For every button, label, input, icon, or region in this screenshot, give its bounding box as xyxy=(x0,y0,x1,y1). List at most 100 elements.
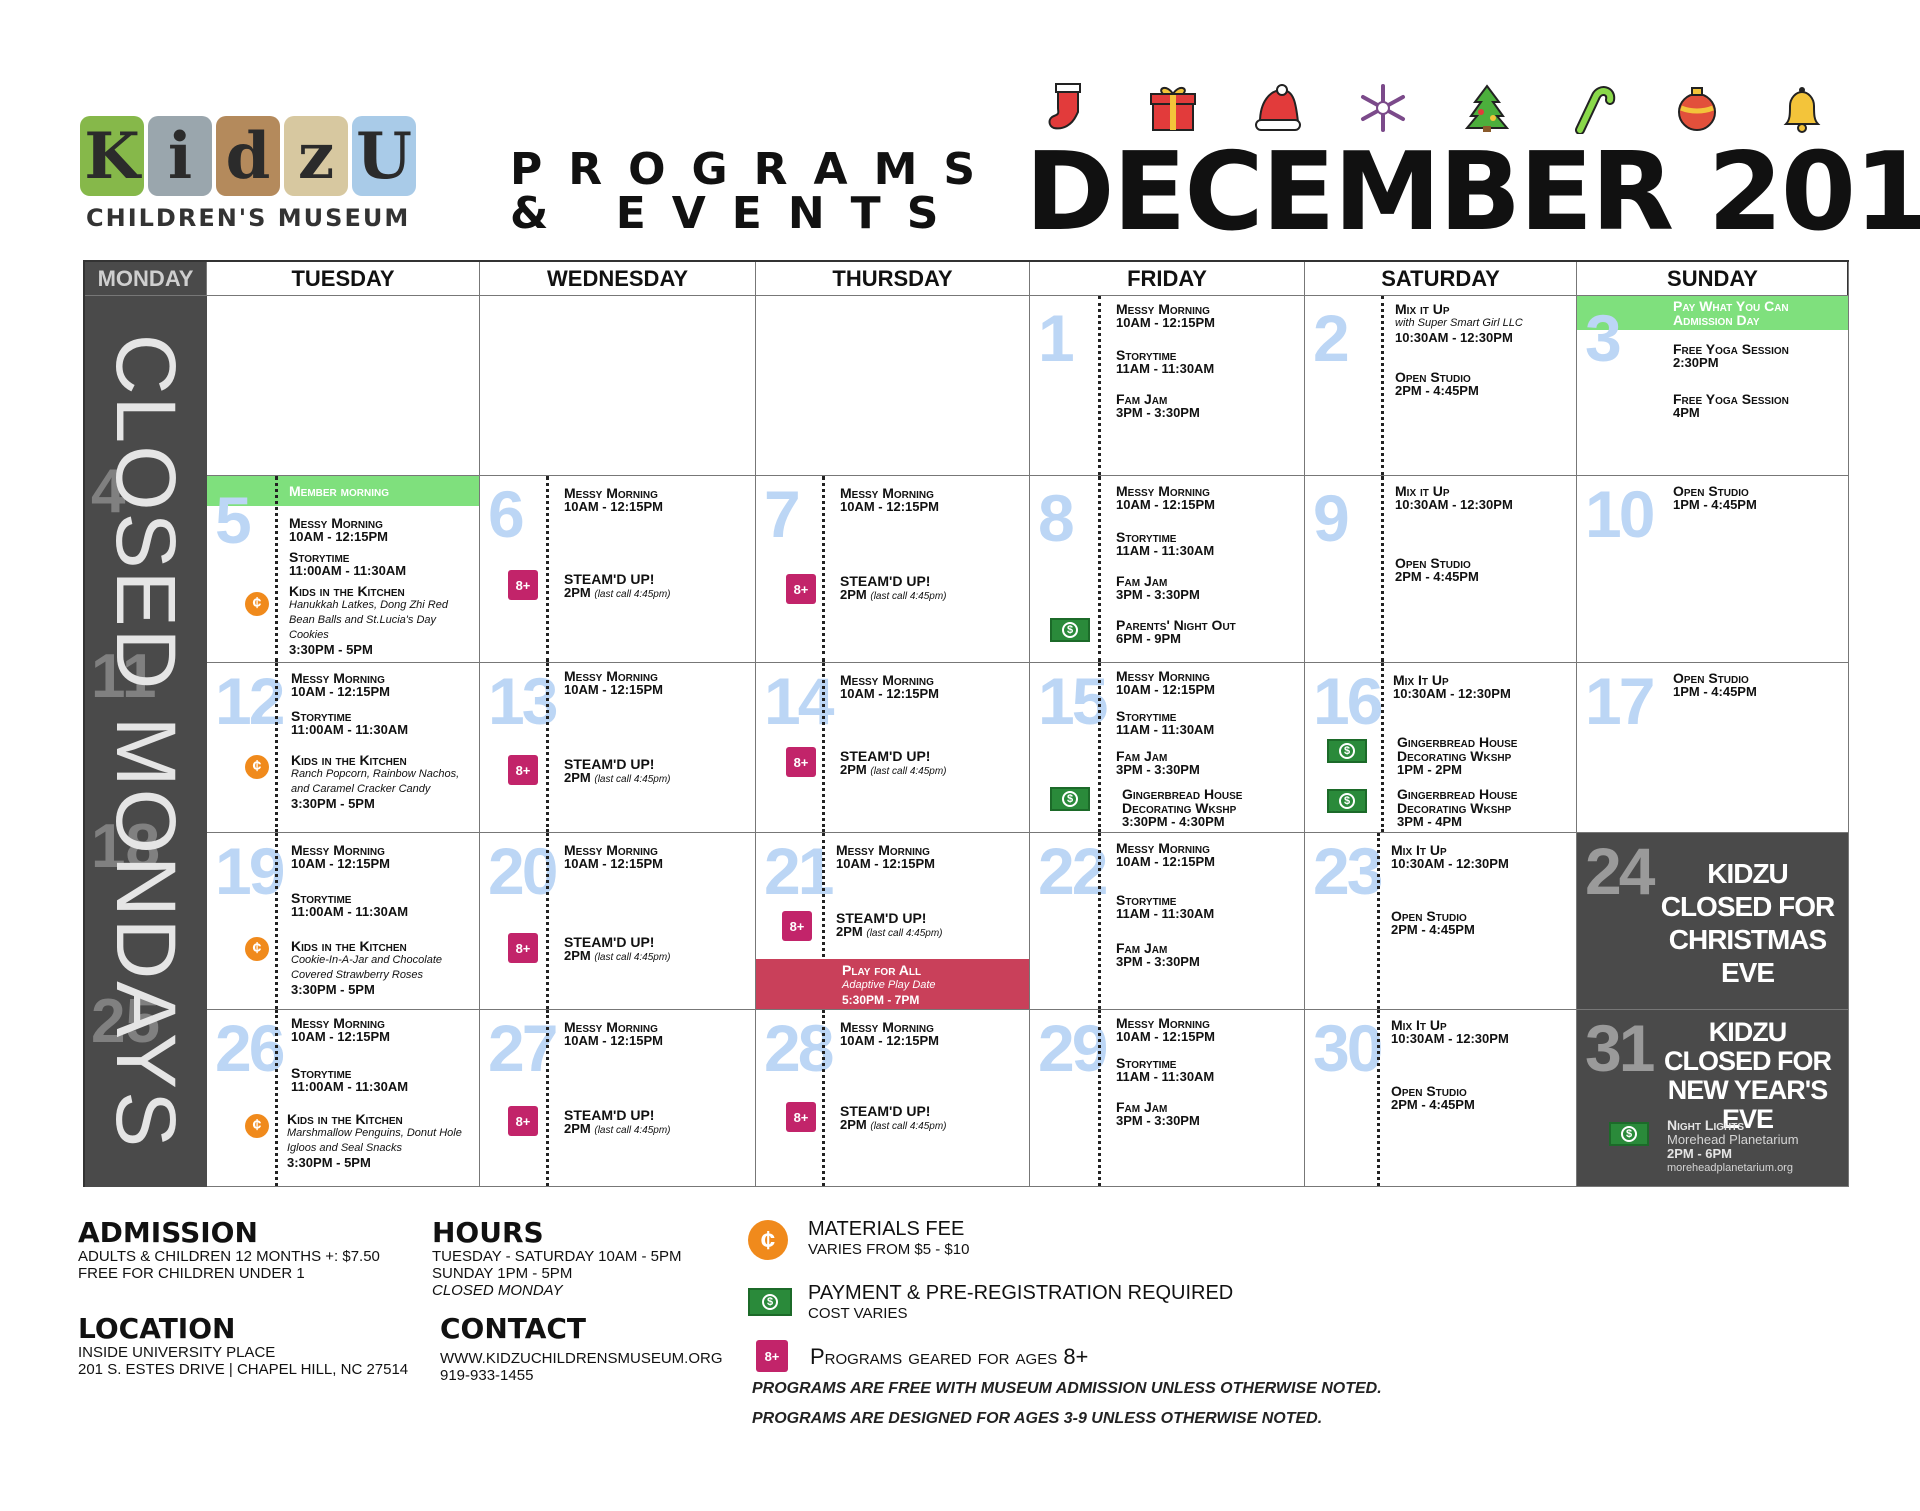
event-note: Marshmallow Penguins, Donut Hole Igloos … xyxy=(287,1127,462,1154)
event-title: Open Studio xyxy=(1673,670,1749,686)
event-time: 3:30PM - 5PM xyxy=(287,1155,371,1170)
ornament-icon xyxy=(1669,80,1725,136)
ages-8-plus-icon: 8+ xyxy=(786,1102,816,1132)
event-messy-morning: Messy Morning 10AM - 12:15PM xyxy=(1116,302,1300,330)
santa-hat-icon xyxy=(1250,80,1306,136)
event-title: Kids in the Kitchen xyxy=(289,583,405,599)
day-number: 3 xyxy=(1585,301,1622,375)
legend-payment: PAYMENT & PRE-REGISTRATION REQUIRED COST… xyxy=(808,1282,1233,1322)
ages-8-plus-icon: 8+ xyxy=(508,755,538,785)
location-section: LOCATION INSIDE UNIVERSITY PLACE 201 S. … xyxy=(78,1312,408,1379)
event-time: 10AM - 12:15PM xyxy=(564,1033,663,1048)
logo-letter: d xyxy=(216,116,280,196)
event-last-call: (last call 4:45pm) xyxy=(870,591,947,602)
event-title: Kids in the Kitchen xyxy=(287,1111,403,1127)
logo-letter: i xyxy=(148,116,212,196)
event-storytime: Storytime 11AM - 11:30AM xyxy=(1116,709,1300,737)
event-website[interactable]: moreheadplanetarium.org xyxy=(1667,1161,1844,1176)
event-fam-jam: Fam Jam 3PM - 3:30PM xyxy=(1116,574,1300,602)
day-cell-14: 14 8+ Messy Morning 10AM - 12:15PM STEAM'… xyxy=(756,663,1030,833)
event-steamd-up: STEAM'D UP! 2PM (last call 4:45pm) xyxy=(840,749,1025,779)
day-cell-21: 21 8+ Messy Morning 10AM - 12:15PM STEAM'… xyxy=(756,833,1030,1010)
payment-required-icon: $ xyxy=(748,1288,792,1316)
event-time: 10AM - 12:15PM xyxy=(1116,682,1215,697)
event-mix-it-up: Mix It Up 10:30AM - 12:30PM xyxy=(1393,673,1572,701)
day-cell-9: 9 Mix it Up 10:30AM - 12:30PM Open Studio… xyxy=(1305,476,1577,663)
legend-title: PAYMENT & PRE-REGISTRATION REQUIRED xyxy=(808,1282,1234,1304)
event-open-studio: Open Studio 2PM - 4:45PM xyxy=(1395,556,1572,584)
payment-required-icon: $ xyxy=(1050,618,1090,642)
event-title: Messy Morning xyxy=(840,672,934,688)
location-heading: LOCATION xyxy=(78,1312,236,1345)
day-cell-3: Pay What You Can Admission Day 3 Free Yo… xyxy=(1577,296,1849,476)
event-messy-morning: Messy Morning 10AM - 12:15PM xyxy=(840,1020,1025,1048)
day-number: 15 xyxy=(1038,664,1108,738)
event-title: Messy Morning xyxy=(564,842,658,858)
event-time: 10AM - 12:15PM xyxy=(840,1033,939,1048)
event-title: Messy Morning xyxy=(564,485,658,501)
event-time: 10AM - 12:15PM xyxy=(1116,1029,1215,1044)
event-mix-it-up: Mix it Up with Super Smart Girl LLC 10:30A… xyxy=(1395,302,1572,345)
day-number: 2 xyxy=(1313,301,1350,375)
event-time: 10AM - 12:15PM xyxy=(291,1029,390,1044)
event-time: 11AM - 11:30AM xyxy=(1116,543,1215,558)
empty-day-cell xyxy=(480,296,756,476)
event-time: 3PM - 3:30PM xyxy=(1116,762,1200,777)
event-mix-it-up: Mix it Up 10:30AM - 12:30PM xyxy=(1395,484,1572,512)
event-messy-morning: Messy Morning 10AM - 12:15PM xyxy=(289,516,475,544)
event-fam-jam: Fam Jam 3PM - 3:30PM xyxy=(1116,941,1300,969)
event-night-lights: Night Lights Morehead Planetarium 2PM - … xyxy=(1667,1118,1844,1176)
day-cell-19: 19 ¢ Messy Morning 10AM - 12:15PM Storyti… xyxy=(207,833,480,1010)
day-number: 6 xyxy=(488,477,525,551)
logo-letter: z xyxy=(284,116,348,196)
weekday-friday: FRIDAY xyxy=(1030,262,1305,296)
dotted-divider xyxy=(1098,1010,1101,1186)
materials-fee-icon: ¢ xyxy=(245,1114,269,1138)
dotted-divider xyxy=(275,663,278,832)
event-title: Gingerbread House Decorating Wkshp xyxy=(1397,734,1518,764)
day-number: 23 xyxy=(1313,834,1383,908)
event-time: 10:30AM - 12:30PM xyxy=(1391,1031,1509,1046)
event-time: 10:30AM - 12:30PM xyxy=(1395,497,1513,512)
gift-icon xyxy=(1145,80,1201,136)
free-programs-note: PROGRAMS ARE FREE WITH MUSEUM ADMISSION … xyxy=(752,1380,1382,1397)
event-time: 11AM - 11:30AM xyxy=(1116,361,1215,376)
ages-8-plus-icon: 8+ xyxy=(508,933,538,963)
event-title: Storytime xyxy=(1116,1055,1177,1071)
event-title: Storytime xyxy=(1116,347,1177,363)
closed-line: KIDZU xyxy=(1708,1017,1788,1047)
event-title: Gingerbread House Decorating Wkshp xyxy=(1122,786,1243,816)
dotted-divider xyxy=(546,476,549,662)
day-cell-12: 12 ¢ Messy Morning 10AM - 12:15PM Storyti… xyxy=(207,663,480,833)
event-storytime: Storytime 11:00AM - 11:30AM xyxy=(291,1066,475,1094)
event-steamd-up: STEAM'D UP! 2PM (last call 4:45pm) xyxy=(840,1104,1025,1134)
event-time: 11AM - 11:30AM xyxy=(1116,906,1215,921)
event-time: 2PM - 4:45PM xyxy=(1395,569,1479,584)
closed-line: KIDZU xyxy=(1707,858,1789,889)
event-mix-it-up: Mix It Up 10:30AM - 12:30PM xyxy=(1391,1018,1572,1046)
event-title: Messy Morning xyxy=(291,670,385,686)
day-cell-10: 10 Open Studio 1PM - 4:45PM xyxy=(1577,476,1849,663)
ages-8-plus-icon: 8+ xyxy=(508,570,538,600)
event-title: Storytime xyxy=(289,549,350,565)
payment-required-icon: $ xyxy=(1327,789,1367,813)
empty-day-cell xyxy=(207,296,480,476)
day-number: 9 xyxy=(1313,481,1350,555)
event-time: 3:30PM - 5PM xyxy=(291,796,375,811)
day-cell-24-closed: 24 KIDZU CLOSED FOR CHRISTMAS EVE xyxy=(1577,833,1849,1010)
event-title: Messy Morning xyxy=(289,515,383,531)
event-title: Mix It Up xyxy=(1391,842,1447,858)
event-storytime: Storytime 11:00AM - 11:30AM xyxy=(291,891,475,919)
day-number: 5 xyxy=(215,483,252,557)
event-fam-jam: Fam Jam 3PM - 3:30PM xyxy=(1116,1100,1300,1128)
materials-fee-icon: ¢ xyxy=(245,937,269,961)
hours-line: CLOSED MONDAY xyxy=(432,1282,563,1299)
dotted-divider xyxy=(546,663,549,832)
event-time: 11AM - 11:30AM xyxy=(1116,722,1215,737)
payment-required-icon: $ xyxy=(1327,739,1367,763)
dotted-divider xyxy=(1377,1010,1380,1186)
event-title: Messy Morning xyxy=(840,1019,934,1035)
event-title: Messy Morning xyxy=(291,842,385,858)
website-link[interactable]: WWW.KIDZUCHILDRENSMUSEUM.ORG xyxy=(440,1350,723,1367)
event-title: Fam Jam xyxy=(1116,391,1168,407)
